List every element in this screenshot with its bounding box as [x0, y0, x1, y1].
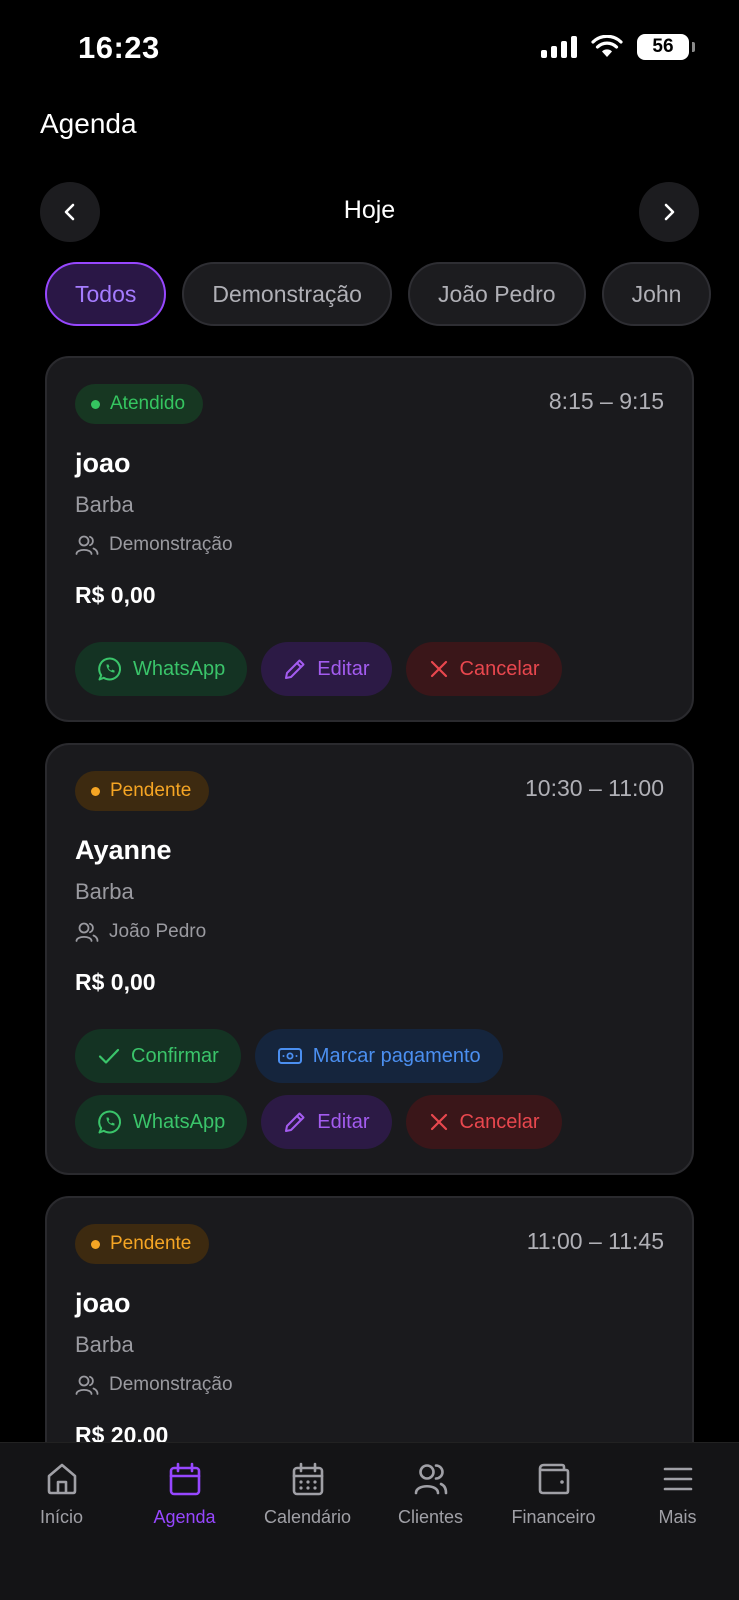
status-badge-label: Pendente: [110, 1233, 192, 1254]
appointment-time: 8:15 – 9:15: [548, 388, 664, 414]
users-icon: [75, 535, 99, 555]
service-name: Barba: [75, 879, 134, 904]
mark-payment-button[interactable]: Marcar pagamento: [254, 1029, 503, 1083]
status-badge-label: Pendente: [110, 780, 192, 801]
home-icon: [47, 1463, 76, 1495]
nav-label: Mais: [658, 1507, 697, 1527]
whatsapp-button[interactable]: WhatsApp: [75, 642, 248, 696]
users-icon: [75, 922, 99, 942]
status-bar: 16:23 56: [0, 0, 739, 100]
check-icon: [98, 1048, 120, 1064]
pencil-icon: [285, 1112, 305, 1132]
bottom-navigation: Início Agenda Calendário Clientes Financ…: [0, 1442, 739, 1600]
cancel-button-label: Cancelar: [459, 1110, 540, 1133]
professional: João Pedro: [75, 921, 206, 943]
current-day-label: Hoje: [343, 196, 396, 224]
nav-label: Agenda: [153, 1507, 216, 1527]
chevron-right-icon: [664, 203, 675, 221]
appointment-card: Pendente 10:30 – 11:00 Ayanne Barba João…: [45, 743, 694, 1175]
next-day-button[interactable]: [639, 182, 699, 242]
status-badge: Pendente: [75, 771, 210, 811]
professional-name: Demonstração: [109, 534, 233, 555]
appointment-time: 10:30 – 11:00: [525, 775, 664, 801]
edit-button[interactable]: Editar: [261, 642, 392, 696]
whatsapp-icon: [98, 657, 121, 681]
calendar-icon: [169, 1462, 200, 1496]
professional-name: João Pedro: [109, 921, 207, 942]
status-badge: Pendente: [75, 1224, 210, 1264]
whatsapp-icon: [98, 1110, 121, 1134]
service-name: Barba: [75, 492, 134, 517]
wallet-icon: [538, 1463, 569, 1495]
app-screen: 16:23 56 Agenda Hoje Todos Demonstração …: [0, 0, 739, 1600]
close-icon: [430, 660, 447, 678]
card-actions-primary: Confirmar Marcar pagamento: [75, 1029, 503, 1083]
appointment-card: Atendido 8:15 – 9:15 joao Barba Demonstr…: [45, 356, 694, 722]
calendar-grid-icon: [292, 1462, 323, 1496]
cellular-signal-icon: [541, 36, 577, 58]
appointment-price: R$ 0,00: [75, 969, 156, 995]
cancel-button[interactable]: Cancelar: [405, 642, 562, 696]
nav-item-financeiro[interactable]: Financeiro: [492, 1461, 615, 1528]
status-badge: Atendido: [75, 384, 204, 424]
professional-filter-chips: Todos Demonstração João Pedro John: [45, 262, 712, 326]
service-name: Barba: [75, 1332, 134, 1357]
filter-chip-demonstracao[interactable]: Demonstração: [182, 262, 392, 326]
nav-label: Financeiro: [511, 1507, 596, 1527]
nav-label: Calendário: [263, 1507, 352, 1527]
nav-item-calendario[interactable]: Calendário: [246, 1461, 369, 1528]
status-dot: [91, 1239, 100, 1249]
confirm-button-label: Confirmar: [131, 1044, 219, 1067]
card-actions-secondary: WhatsApp Editar Cancelar: [75, 1095, 562, 1149]
professional: Demonstração: [75, 534, 233, 556]
status-badge-label: Atendido: [110, 393, 186, 414]
cancel-button-label: Cancelar: [459, 657, 540, 680]
status-icons: 56: [541, 34, 695, 60]
nav-label: Início: [39, 1507, 84, 1527]
wifi-icon: [591, 35, 623, 57]
pencil-icon: [285, 659, 305, 679]
mark-payment-button-label: Marcar pagamento: [312, 1044, 481, 1067]
professional: Demonstração: [75, 1374, 233, 1396]
nav-item-inicio[interactable]: Início: [0, 1461, 123, 1528]
status-dot: [91, 399, 100, 409]
client-name: Ayanne: [75, 835, 172, 865]
battery-icon: 56: [637, 34, 695, 60]
edit-button[interactable]: Editar: [261, 1095, 392, 1149]
client-name: joao: [75, 448, 131, 478]
whatsapp-button[interactable]: WhatsApp: [75, 1095, 248, 1149]
filter-chip-todos[interactable]: Todos: [45, 262, 167, 326]
nav-label: Clientes: [397, 1507, 464, 1527]
confirm-button[interactable]: Confirmar: [75, 1029, 241, 1083]
professional-name: Demonstração: [109, 1374, 233, 1395]
filter-chip-john[interactable]: John: [601, 262, 712, 326]
filter-chip-joao-pedro[interactable]: João Pedro: [407, 262, 586, 326]
status-time: 16:23: [78, 30, 160, 65]
whatsapp-button-label: WhatsApp: [133, 657, 226, 680]
close-icon: [430, 1113, 447, 1131]
whatsapp-button-label: WhatsApp: [133, 1110, 226, 1133]
users-icon: [75, 1375, 99, 1395]
users-icon: [414, 1464, 447, 1495]
cancel-button[interactable]: Cancelar: [405, 1095, 562, 1149]
battery-level: 56: [652, 36, 674, 57]
edit-button-label: Editar: [317, 1110, 370, 1133]
appointment-time: 11:00 – 11:45: [526, 1228, 664, 1254]
page-title: Agenda: [40, 108, 137, 139]
banknote-icon: [277, 1048, 302, 1064]
edit-button-label: Editar: [317, 657, 370, 680]
nav-item-clientes[interactable]: Clientes: [369, 1461, 492, 1528]
nav-item-agenda[interactable]: Agenda: [123, 1461, 246, 1528]
menu-icon: [663, 1467, 692, 1491]
card-actions: WhatsApp Editar Cancelar: [75, 642, 562, 696]
client-name: joao: [75, 1288, 131, 1318]
status-dot: [91, 786, 100, 796]
nav-item-mais[interactable]: Mais: [616, 1461, 739, 1528]
appointment-price: R$ 0,00: [75, 582, 156, 608]
